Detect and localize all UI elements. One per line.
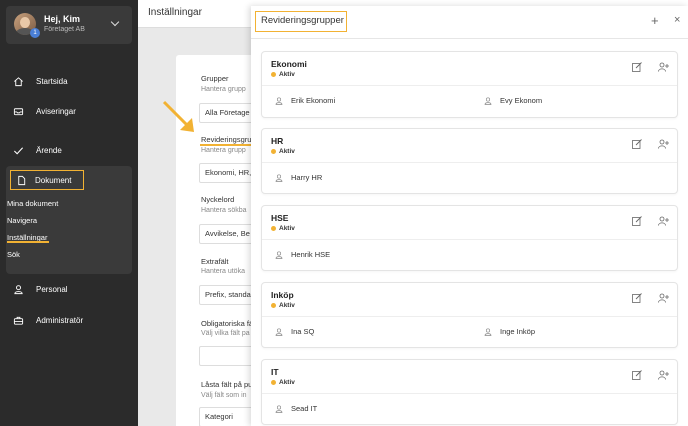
sidebar-item-arende[interactable]: Ärende [0,140,138,160]
person-icon [275,327,283,336]
close-button[interactable]: × [674,14,680,27]
member-item: Sead IT [275,404,317,413]
member-item: Henrik HSE [275,250,330,259]
status-badge: Aktiv [271,302,295,309]
sidebar-item-administrator[interactable]: Administratör [0,310,138,330]
person-icon [275,250,283,259]
arrow-annotation-icon [162,100,194,132]
setting-hint: Välj fält som in [201,392,247,399]
setting-hint: Hantera utöka [201,268,245,275]
group-card-hse: HSE Aktiv Henrik HSE [261,205,678,271]
group-name: Inköp [271,290,294,300]
setting-label: Grupper [201,74,229,83]
edit-icon[interactable] [632,216,642,226]
add-user-icon[interactable] [658,139,669,149]
group-name: HR [271,136,284,146]
chevron-down-icon[interactable] [110,17,120,27]
group-name: IT [271,367,279,377]
person-icon [12,283,24,295]
add-user-icon[interactable] [658,216,669,226]
document-icon [15,174,27,186]
toolbox-icon [12,314,24,326]
inbox-icon [12,105,24,117]
panel-title: Revideringsgrupper [255,11,347,32]
member-item: Harry HR [275,173,322,182]
setting-label: Obligatoriska fä [201,319,254,328]
member-item: Erik Ekonomi [275,96,335,105]
person-icon [484,96,492,105]
divider [251,38,688,39]
edit-icon[interactable] [632,139,642,149]
group-card-inkop: Inköp Aktiv Ina SQ Inge Inköp [261,282,678,348]
group-name: Ekonomi [271,59,307,69]
user-menu[interactable]: 1 Hej, Kim Företaget AB [6,6,132,44]
sidebar-item-label: Personal [36,284,68,294]
setting-hint: Hantera sökba [201,207,247,214]
check-icon [12,144,24,156]
member-item: Ina SQ [275,327,314,336]
person-icon [275,173,283,182]
edit-icon[interactable] [632,62,642,72]
sidebar-item-personal[interactable]: Personal [0,279,138,299]
member-item: Evy Ekonom [484,96,542,105]
person-icon [275,96,283,105]
edit-icon[interactable] [632,370,642,380]
add-user-icon[interactable] [658,293,669,303]
sidebar-item-label: Ärende [36,145,62,155]
status-badge: Aktiv [271,225,295,232]
active-underline [7,241,49,243]
group-card-it: IT Aktiv Sead IT [261,359,678,425]
person-icon [275,404,283,413]
group-name: HSE [271,213,289,223]
sidebar-item-startsida[interactable]: Startsida [0,71,138,91]
user-company: Företaget AB [44,26,85,33]
setting-hint: Hantera grupp [201,147,246,154]
sidebar-item-dokument[interactable]: Dokument [10,170,84,190]
sidebar-item-label: Startsida [36,76,68,86]
add-user-icon[interactable] [658,370,669,380]
member-item: Inge Inköp [484,327,535,336]
setting-label: Nyckelord [201,195,235,204]
sidebar-subitem-mina-dokument[interactable]: Mina dokument [7,199,58,208]
setting-hint: Hantera grupp [201,86,246,93]
sidebar-item-label: Aviseringar [36,106,76,116]
sidebar-item-aviseringar[interactable]: Aviseringar [0,101,138,121]
sidebar-item-label: Dokument [35,175,72,185]
sidebar-subitem-navigera[interactable]: Navigera [7,216,37,225]
setting-label: Låsta fält på pu [201,380,253,389]
status-badge: Aktiv [271,71,295,78]
revision-groups-panel: Revideringsgrupper + × Ekonomi Aktiv Eri… [251,6,688,426]
user-name: Hej, Kim [44,14,81,24]
home-icon [12,75,24,87]
setting-hint: Välj vilka fält pa [201,330,250,337]
highlight-underline [200,144,252,146]
status-badge: Aktiv [271,148,295,155]
group-card-hr: HR Aktiv Harry HR [261,128,678,194]
page-title: Inställningar [148,7,202,18]
sidebar-subitem-sok[interactable]: Sök [7,250,20,259]
group-card-ekonomi: Ekonomi Aktiv Erik Ekonomi Evy Ekonom [261,51,678,118]
person-icon [484,327,492,336]
status-badge: Aktiv [271,379,295,386]
sidebar: 1 Hej, Kim Företaget AB Startsida Aviser… [0,0,138,426]
add-group-button[interactable]: + [651,14,659,27]
add-user-icon[interactable] [658,62,669,72]
edit-icon[interactable] [632,293,642,303]
notification-badge: 1 [30,28,40,38]
sidebar-item-label: Administratör [36,315,84,325]
setting-label: Extrafält [201,257,229,266]
